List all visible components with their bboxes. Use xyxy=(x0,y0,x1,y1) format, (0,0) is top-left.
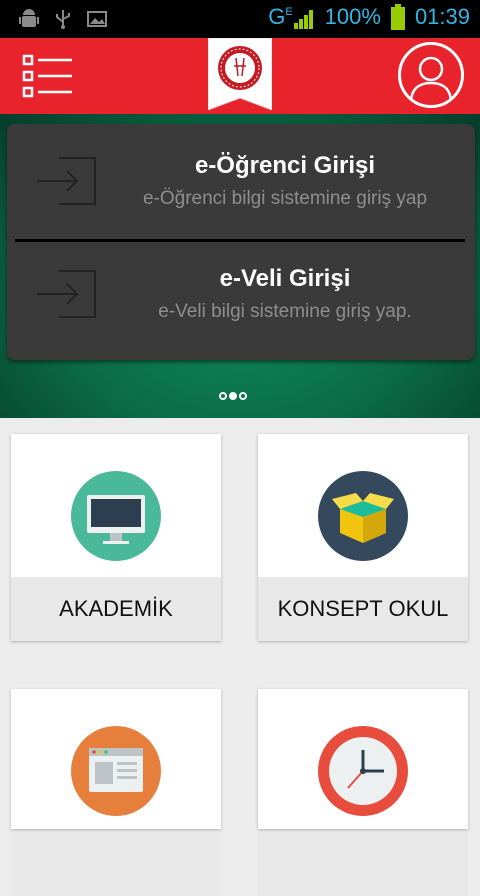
signal-icon xyxy=(293,10,313,29)
box-icon xyxy=(318,471,408,561)
page-dot-active[interactable] xyxy=(229,392,237,400)
login-icon xyxy=(37,157,96,205)
battery-icon xyxy=(390,4,405,30)
parent-login-subtitle: e-Veli bilgi sistemine giriş yap. xyxy=(158,301,412,322)
page-indicator xyxy=(219,392,247,400)
tile-label xyxy=(11,832,221,896)
user-icon xyxy=(409,56,453,104)
clock-icon xyxy=(318,726,408,816)
image-icon xyxy=(87,11,107,27)
hero-banner: e-Öğrenci Girişi e-Öğrenci bilgi sistemi… xyxy=(0,114,480,418)
student-login-title: e-Öğrenci Girişi xyxy=(194,152,376,179)
parent-login[interactable]: e-Veli Girişi e-Veli bilgi sistemine gir… xyxy=(7,237,475,349)
list-icon[interactable] xyxy=(22,54,74,98)
monitor-icon xyxy=(71,471,161,561)
page-dot[interactable] xyxy=(239,392,247,400)
tile-konsept-okul[interactable]: KONSEPT OKUL xyxy=(258,434,468,641)
network-type: G xyxy=(268,4,286,29)
tile-label xyxy=(258,832,468,896)
tile-akademik[interactable]: AKADEMİK xyxy=(11,434,221,641)
tile-label: AKADEMİK xyxy=(11,577,221,641)
parent-login-title: e-Veli Girişi xyxy=(219,265,351,292)
clock-time: 01:39 xyxy=(414,4,470,29)
tile-3[interactable] xyxy=(11,689,221,896)
school-logo[interactable] xyxy=(208,38,272,110)
tile-label: KONSEPT OKUL xyxy=(258,577,468,641)
battery-percent: 100% xyxy=(324,4,381,29)
page-dot[interactable] xyxy=(219,392,227,400)
status-bar: G E 100% 01:39 xyxy=(0,0,480,38)
student-login[interactable]: e-Öğrenci Girişi e-Öğrenci bilgi sistemi… xyxy=(7,124,475,236)
browser-window-icon xyxy=(71,726,161,816)
login-card: e-Öğrenci Girişi e-Öğrenci bilgi sistemi… xyxy=(7,124,475,360)
login-icon xyxy=(37,270,96,318)
android-debug-icon xyxy=(19,9,39,27)
network-subtype: E xyxy=(285,6,293,18)
profile-button[interactable] xyxy=(398,42,464,108)
student-login-subtitle: e-Öğrenci bilgi sistemine giriş yap xyxy=(142,188,428,209)
usb-icon xyxy=(56,10,70,29)
tile-4[interactable] xyxy=(258,689,468,896)
